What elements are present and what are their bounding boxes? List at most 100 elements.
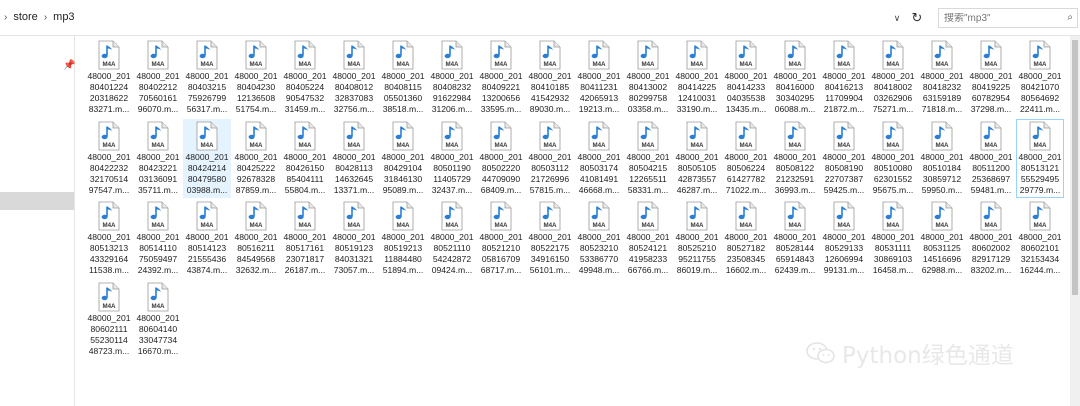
file-item[interactable]: M4A 48000_201 80511200 25368697 59481.m..… (967, 119, 1015, 198)
search-input[interactable] (939, 12, 1056, 24)
file-name: 48000_201 80419225 60782954 37298.m... (969, 71, 1013, 114)
file-item[interactable]: M4A 48000_201 80416213 11709904 21872.m..… (820, 38, 868, 117)
scrollbar-thumb[interactable] (1072, 40, 1078, 295)
file-item[interactable]: M4A 48000_201 80514110 75059497 24392.m..… (134, 199, 182, 278)
file-item[interactable]: M4A 48000_201 80510080 62301552 95675.m..… (869, 119, 917, 198)
file-item[interactable]: M4A 48000_201 80505105 42873557 46287.m..… (673, 119, 721, 198)
file-item[interactable]: M4A 48000_201 80506224 61427782 71022.m..… (722, 119, 770, 198)
file-name: 48000_201 80527182 23508345 16602.m... (724, 232, 768, 275)
file-item[interactable]: M4A 48000_201 80531125 14516696 62988.m..… (918, 199, 966, 278)
file-type-label: M4A (641, 142, 655, 149)
file-type-label: M4A (102, 222, 116, 229)
file-item[interactable]: M4A 48000_201 80408232 91622984 31206.m..… (428, 38, 476, 117)
file-type-label: M4A (543, 61, 557, 68)
file-item[interactable]: M4A 48000_201 80521210 05816709 68717.m..… (477, 199, 525, 278)
file-type-label: M4A (298, 222, 312, 229)
file-item[interactable]: M4A 48000_201 80513121 55529495 29779.m..… (1016, 118, 1064, 198)
file-item[interactable]: M4A 48000_201 80421070 80564692 22411.m..… (1016, 38, 1064, 117)
m4a-file-icon: M4A (735, 121, 757, 150)
file-item[interactable]: M4A 48000_201 80521110 54242872 09424.m..… (428, 199, 476, 278)
file-item[interactable]: M4A 48000_201 80416000 30340295 06088.m..… (771, 38, 819, 117)
breadcrumb-item-store[interactable]: store (13, 11, 37, 23)
m4a-file-icon: M4A (343, 121, 365, 150)
file-item[interactable]: M4A 48000_201 80504215 12265511 58331.m..… (624, 119, 672, 198)
file-type-label: M4A (445, 222, 459, 229)
file-item[interactable]: M4A 48000_201 80419225 60782954 37298.m..… (967, 38, 1015, 117)
file-item[interactable]: M4A 48000_201 80414233 04035538 13435.m..… (722, 38, 770, 117)
search-box[interactable]: ⌕ (938, 8, 1078, 28)
file-item[interactable]: M4A 48000_201 80517161 23071817 26187.m..… (281, 199, 329, 278)
file-item[interactable]: M4A 48000_201 80425222 92678328 87859.m..… (232, 119, 280, 198)
file-item[interactable]: M4A 48000_201 80428113 14632645 13371.m..… (330, 119, 378, 198)
file-item[interactable]: M4A 48000_201 80516211 84549568 32632.m..… (232, 199, 280, 278)
m4a-file-icon: M4A (294, 201, 316, 231)
file-item[interactable]: M4A 48000_201 80422232 32170514 97547.m..… (85, 119, 133, 198)
m4a-file-icon: M4A (931, 40, 953, 70)
file-item[interactable]: M4A 48000_201 80527182 23508345 16602.m..… (722, 199, 770, 278)
file-item[interactable]: M4A 48000_201 80510184 30859712 59950.m..… (918, 119, 966, 198)
file-item[interactable]: M4A 48000_201 80523210 53386770 49948.m..… (575, 199, 623, 278)
file-item[interactable]: M4A 48000_201 80513213 43329164 11538.m..… (85, 199, 133, 278)
file-item[interactable]: M4A 48000_201 80410185 41542932 89030.m..… (526, 38, 574, 117)
file-item[interactable]: M4A 48000_201 80402212 70560161 96070.m..… (134, 38, 182, 117)
m4a-file-icon: M4A (637, 201, 659, 231)
nav-selected-item[interactable] (0, 192, 74, 210)
file-item[interactable]: M4A 48000_201 80429104 31846130 95089.m..… (379, 119, 427, 198)
file-item[interactable]: M4A 48000_201 80411231 42065913 19213.m..… (575, 38, 623, 117)
file-item[interactable]: M4A 48000_201 80424214 80479580 03988.m..… (183, 118, 231, 198)
file-type-label: M4A (592, 61, 606, 68)
file-item[interactable]: M4A 48000_201 80522175 34916150 56101.m..… (526, 199, 574, 278)
file-name: 48000_201 80405224 90547532 31459.m... (283, 71, 327, 114)
chevron-right-icon[interactable]: › (44, 12, 47, 23)
file-item[interactable]: M4A 48000_201 80604140 33047734 16670.m..… (134, 280, 182, 359)
file-item[interactable]: M4A 48000_201 80602111 55230114 48723.m..… (85, 280, 133, 359)
file-item[interactable]: M4A 48000_201 80514123 21555436 43874.m..… (183, 199, 231, 278)
file-item[interactable]: M4A 48000_201 80404230 12136508 51754.m..… (232, 38, 280, 117)
file-item[interactable]: M4A 48000_201 80508122 21232591 36993.m..… (771, 119, 819, 198)
file-item[interactable]: M4A 48000_201 80503174 41081491 46668.m..… (575, 119, 623, 198)
file-item[interactable]: M4A 48000_201 80529133 12606994 99131.m..… (820, 199, 868, 278)
file-item[interactable]: M4A 48000_201 80503112 21726996 57815.m..… (526, 119, 574, 198)
file-name: 48000_201 80523210 53386770 49948.m... (577, 232, 621, 275)
file-item[interactable]: M4A 48000_201 80519123 84031321 73057.m..… (330, 199, 378, 278)
file-item[interactable]: M4A 48000_201 80528144 65914843 62439.m..… (771, 199, 819, 278)
file-item[interactable]: M4A 48000_201 80525210 95211755 86019.m..… (673, 199, 721, 278)
file-item[interactable]: M4A 48000_201 80418232 63159189 71818.m..… (918, 38, 966, 117)
file-item[interactable]: M4A 48000_201 80418002 03262906 75271.m..… (869, 38, 917, 117)
chevron-down-icon[interactable]: ∨ (888, 8, 906, 28)
file-type-label: M4A (690, 142, 704, 149)
chevron-right-icon[interactable]: › (4, 12, 7, 23)
pin-icon[interactable]: 📌 (63, 60, 75, 71)
file-item[interactable]: M4A 48000_201 80508190 22707387 59425.m..… (820, 119, 868, 198)
m4a-file-icon: M4A (784, 40, 806, 70)
file-item[interactable]: M4A 48000_201 80602101 32153434 16244.m..… (1016, 199, 1064, 278)
file-item[interactable]: M4A 48000_201 80401224 20318622 83271.m..… (85, 38, 133, 117)
navigation-pane[interactable]: 📌 (0, 36, 75, 406)
file-item[interactable]: M4A 48000_201 80501190 11405729 32437.m..… (428, 119, 476, 198)
file-type-label: M4A (690, 222, 704, 229)
file-item[interactable]: M4A 48000_201 80409221 13200656 33595.m..… (477, 38, 525, 117)
m4a-file-icon: M4A (147, 121, 169, 150)
file-item[interactable]: M4A 48000_201 80426150 85404111 55804.m..… (281, 119, 329, 198)
file-type-label: M4A (886, 61, 900, 68)
file-item[interactable]: M4A 48000_201 80531111 30869103 16458.m..… (869, 199, 917, 278)
file-type-label: M4A (788, 222, 802, 229)
file-item[interactable]: M4A 48000_201 80405224 90547532 31459.m..… (281, 38, 329, 117)
file-type-label: M4A (886, 142, 900, 149)
refresh-icon[interactable]: ↻ (906, 8, 928, 28)
file-item[interactable]: M4A 48000_201 80519213 11884480 51894.m..… (379, 199, 427, 278)
file-item[interactable]: M4A 48000_201 80403215 75926799 56317.m..… (183, 38, 231, 117)
breadcrumb-item-mp3[interactable]: mp3 (53, 11, 74, 23)
search-icon[interactable]: ⌕ (1067, 12, 1073, 23)
file-type-label: M4A (200, 142, 214, 149)
file-item[interactable]: M4A 48000_201 80524121 41958233 66766.m..… (624, 199, 672, 278)
file-item[interactable]: M4A 48000_201 80414225 12410031 33190.m..… (673, 38, 721, 117)
file-item[interactable]: M4A 48000_201 80408012 32837083 32756.m..… (330, 38, 378, 117)
file-item[interactable]: M4A 48000_201 80502220 44709090 68409.m..… (477, 119, 525, 198)
file-item[interactable]: M4A 48000_201 80408115 05501360 38518.m..… (379, 38, 427, 117)
file-item[interactable]: M4A 48000_201 80423221 03136091 35711.m..… (134, 119, 182, 198)
file-item[interactable]: M4A 48000_201 80602002 82917129 83202.m..… (967, 199, 1015, 278)
file-item[interactable]: M4A 48000_201 80413002 80299758 03358.m..… (624, 38, 672, 117)
file-type-label: M4A (739, 61, 753, 68)
m4a-file-icon: M4A (882, 40, 904, 70)
